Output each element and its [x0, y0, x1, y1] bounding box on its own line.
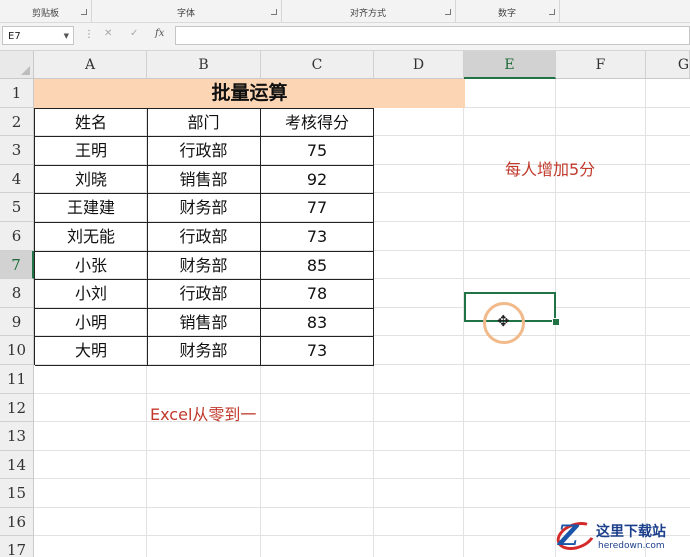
- row-header-1[interactable]: 1: [0, 79, 34, 108]
- column-header-d[interactable]: D: [374, 51, 464, 79]
- table-cell[interactable]: 行政部: [147, 280, 261, 309]
- row-header-17[interactable]: 17: [0, 536, 34, 557]
- select-all-icon[interactable]: [21, 66, 30, 75]
- column-header-c[interactable]: C: [261, 51, 374, 79]
- cell-cursor-icon: ✥: [497, 312, 510, 330]
- ribbon-group-font-label: 字体: [176, 9, 195, 19]
- ribbon-group-number: 数字: [455, 0, 560, 22]
- chevron-down-icon[interactable]: ▼: [64, 27, 69, 46]
- gridline: [34, 507, 690, 508]
- row-header-9[interactable]: 9: [0, 308, 34, 336]
- ribbon-group-alignment-label: 对齐方式: [349, 9, 386, 19]
- sheet-title-cell[interactable]: 批量运算: [34, 79, 465, 108]
- worksheet-grid[interactable]: A B C D E F G 1 2 3 4 5 6 7 8 9 10 11 12…: [0, 51, 690, 557]
- table-cell[interactable]: 77: [261, 194, 374, 223]
- row-header-7[interactable]: 7: [0, 251, 34, 279]
- table-cell[interactable]: 75: [261, 137, 374, 166]
- ribbon-group-number-label: 数字: [497, 9, 516, 19]
- gridline: [34, 478, 690, 479]
- table-cell[interactable]: 78: [261, 280, 374, 309]
- table-cell[interactable]: 73: [261, 223, 374, 252]
- row-header-14[interactable]: 14: [0, 451, 34, 479]
- column-header-f[interactable]: F: [556, 51, 646, 79]
- row-header-15[interactable]: 15: [0, 479, 34, 508]
- table-cell[interactable]: 王明: [35, 137, 148, 166]
- table-cell[interactable]: 销售部: [147, 166, 261, 194]
- ribbon-group-alignment: 对齐方式: [281, 0, 456, 22]
- table-cell[interactable]: 大明: [35, 337, 148, 366]
- clipboard-launcher-icon[interactable]: [81, 9, 87, 15]
- table-cell[interactable]: 小张: [35, 252, 148, 280]
- cancel-icon[interactable]: ✕: [104, 28, 112, 39]
- font-launcher-icon[interactable]: [271, 9, 277, 15]
- row-header-11[interactable]: 11: [0, 365, 34, 394]
- row-header-2[interactable]: 2: [0, 108, 34, 136]
- gridline: [34, 450, 690, 451]
- alignment-launcher-icon[interactable]: [445, 9, 451, 15]
- ribbon-group-labels: 剪贴板 字体 对齐方式 数字: [0, 0, 690, 23]
- table-cell[interactable]: 销售部: [147, 309, 261, 337]
- ribbon-group-clipboard: 剪贴板: [0, 0, 92, 22]
- gridline: [34, 421, 690, 422]
- number-launcher-icon[interactable]: [549, 9, 555, 15]
- table-cell[interactable]: 85: [261, 252, 374, 280]
- table-cell[interactable]: 行政部: [147, 223, 261, 252]
- column-header-b[interactable]: B: [147, 51, 261, 79]
- table-header-cell[interactable]: 考核得分: [261, 109, 374, 137]
- enter-icon[interactable]: ✓: [130, 28, 138, 39]
- data-table: 姓名 部门 考核得分 王明 行政部 75 刘晓 销售部 92 王建建 财务部 77 刘无能 行政部 73 小张…: [34, 108, 374, 366]
- name-box-value: E7: [8, 31, 21, 42]
- logo-url: heredown.com: [598, 541, 665, 551]
- row-header-10[interactable]: 10: [0, 336, 34, 365]
- fill-handle[interactable]: [552, 318, 560, 326]
- column-header-e[interactable]: E: [464, 51, 556, 79]
- insert-function-icon[interactable]: fx: [155, 28, 164, 39]
- row-header-6[interactable]: 6: [0, 222, 34, 251]
- column-header-g[interactable]: G: [646, 51, 690, 79]
- table-header-cell[interactable]: 部门: [147, 109, 261, 137]
- table-cell[interactable]: 财务部: [147, 337, 261, 366]
- table-cell[interactable]: 刘无能: [35, 223, 148, 252]
- row-header-3[interactable]: 3: [0, 136, 34, 165]
- logo-letter: Z: [558, 519, 579, 552]
- ribbon-group-clipboard-label: 剪贴板: [31, 9, 59, 19]
- ribbon-group-font: 字体: [91, 0, 282, 22]
- table-cell[interactable]: 财务部: [147, 252, 261, 280]
- table-cell[interactable]: 财务部: [147, 194, 261, 223]
- row-header-8[interactable]: 8: [0, 279, 34, 308]
- table-cell[interactable]: 行政部: [147, 137, 261, 166]
- table-cell[interactable]: 92: [261, 166, 374, 194]
- row-header-16[interactable]: 16: [0, 508, 34, 536]
- table-header-cell[interactable]: 姓名: [35, 109, 148, 137]
- name-box[interactable]: E7 ▼: [2, 26, 74, 45]
- row-header-12[interactable]: 12: [0, 394, 34, 422]
- watermark-logo: Z 这里下载站 heredown.com: [552, 516, 690, 556]
- gridline: [34, 393, 690, 394]
- formula-input[interactable]: [175, 26, 690, 45]
- table-cell[interactable]: 小刘: [35, 280, 148, 309]
- logo-title: 这里下载站: [596, 524, 666, 540]
- table-cell[interactable]: 小明: [35, 309, 148, 337]
- table-cell[interactable]: 王建建: [35, 194, 148, 223]
- formula-bar: E7 ▼ ⋮ ✕ ✓ fx: [0, 23, 690, 51]
- row-header-4[interactable]: 4: [0, 165, 34, 193]
- note-excel-course[interactable]: Excel从零到一: [150, 401, 256, 425]
- note-add-points[interactable]: 每人增加5分: [505, 156, 595, 180]
- table-cell[interactable]: 83: [261, 309, 374, 337]
- table-cell[interactable]: 73: [261, 337, 374, 366]
- column-header-a[interactable]: A: [34, 51, 147, 79]
- table-cell[interactable]: 刘晓: [35, 166, 148, 194]
- row-header-5[interactable]: 5: [0, 193, 34, 222]
- row-header-13[interactable]: 13: [0, 422, 34, 451]
- gridline: [645, 79, 646, 557]
- select-all-corner[interactable]: [0, 51, 34, 79]
- formula-bar-grip-icon[interactable]: ⋮: [84, 29, 94, 40]
